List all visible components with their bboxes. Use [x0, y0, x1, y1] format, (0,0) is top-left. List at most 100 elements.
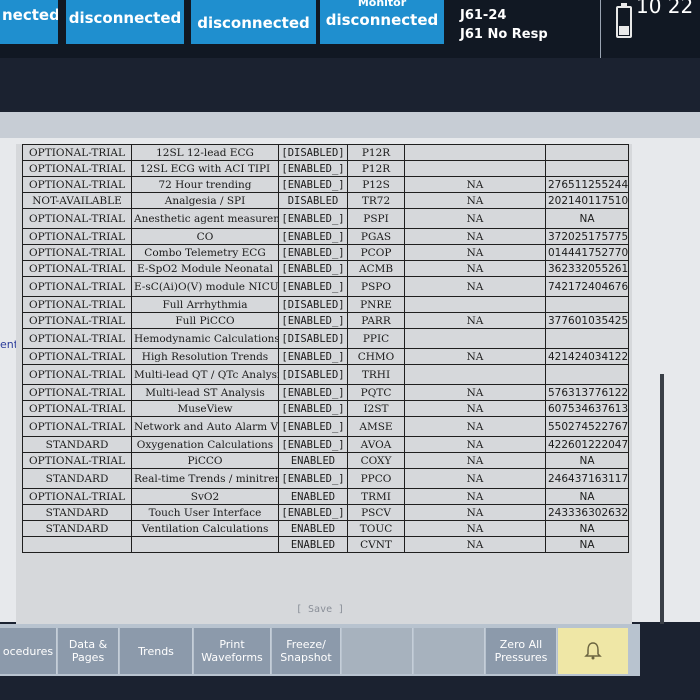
table-row[interactable]: OPTIONAL-TRIALE-sC(Ai)O(V) module NICU S…	[22, 276, 629, 297]
disabled-button-2[interactable]	[414, 628, 485, 674]
key-cell: 742172404676	[545, 276, 629, 297]
code-cell: PSPO	[347, 276, 405, 297]
code-cell: PCOP	[347, 244, 405, 261]
license-cell: OPTIONAL-TRIAL	[22, 348, 132, 365]
table-row[interactable]: OPTIONAL-TRIAL Combo Telemetry ECG [ENABLE…	[22, 244, 629, 261]
connection-tile-2[interactable]: disconnected	[66, 0, 184, 44]
license-cell: OPTIONAL-TRIAL	[22, 176, 132, 193]
na-cell	[404, 296, 546, 313]
save-button[interactable]: [ Save ]	[296, 604, 344, 615]
alarm-button[interactable]	[558, 628, 628, 674]
option-name-cell: Combo Telemetry ECG	[131, 244, 279, 261]
connection-tile-3[interactable]: disconnected	[191, 0, 316, 44]
license-cell: OPTIONAL-TRIAL	[22, 452, 132, 469]
trends-button[interactable]: Trends	[120, 628, 193, 674]
table-row[interactable]: STANDARD Real-time Trends / minitrends [EN…	[22, 468, 629, 489]
code-cell: PQTC	[347, 384, 405, 401]
license-cell: OPTIONAL-TRIAL	[22, 160, 132, 177]
code-cell: PARR	[347, 312, 405, 329]
code-cell: P12S	[347, 176, 405, 193]
options-table: OPTIONAL-TRIAL 12SL 12-lead ECG [DISABLED]…	[22, 144, 629, 553]
key-cell: 276511255244	[545, 176, 629, 193]
code-cell: CVNT	[347, 536, 405, 553]
table-row[interactable]: OPTIONAL-TRIAL CO [ENABLED_] PGAS NA 37202517…	[22, 228, 629, 245]
table-row[interactable]: OPTIONAL-TRIAL Hemodynamic Calculations [D…	[22, 328, 629, 349]
option-name-cell: 72 Hour trending	[131, 176, 279, 193]
status-cell: [DISABLED]	[278, 364, 348, 385]
status-cell: DISABLED	[278, 192, 348, 209]
table-row[interactable]: OPTIONAL-TRIAL Multi-lead QT / QTc Analys…	[22, 364, 629, 385]
status-cell: [ENABLED_]	[278, 160, 348, 177]
key-cell: 362332055261	[545, 260, 629, 277]
na-cell	[404, 328, 546, 349]
connection-tile-1[interactable]: nected	[0, 0, 58, 44]
license-cell: STANDARD	[22, 468, 132, 489]
battery-icon	[616, 3, 632, 38]
key-cell	[545, 144, 629, 161]
table-row[interactable]: NOT-AVAILABLE Analgesia / SPI DISABLED TR72…	[22, 192, 629, 209]
na-cell: NA	[404, 244, 546, 261]
zero-all-pressures-button[interactable]: Zero All Pressures	[486, 628, 557, 674]
table-row[interactable]: OPTIONAL-TRIAL Multi-lead ST Analysis [ENA…	[22, 384, 629, 401]
table-row[interactable]: STANDARD Touch User Interface [ENABLED_] PS…	[22, 504, 629, 521]
table-row[interactable]: OPTIONAL-TRIAL High Resolution Trends [ENA…	[22, 348, 629, 365]
option-name-cell: Touch User Interface	[131, 504, 279, 521]
table-row[interactable]: OPTIONAL-TRIALAnesthetic agent measureme…	[22, 208, 629, 229]
license-cell: STANDARD	[22, 520, 132, 537]
table-row[interactable]: OPTIONAL-TRIAL E-SpO2 Module Neonatal [ENA…	[22, 260, 629, 277]
na-cell	[404, 160, 546, 177]
resp-status: J61-24 J61 No Resp	[460, 6, 548, 44]
license-cell: STANDARD	[22, 436, 132, 453]
table-row[interactable]: OPTIONAL-TRIAL SvO2 ENABLED TRMI NA NA	[22, 488, 629, 505]
procedures-button[interactable]: ocedures	[0, 628, 57, 674]
code-cell: CHMO	[347, 348, 405, 365]
na-cell: NA	[404, 452, 546, 469]
freeze-snapshot-button[interactable]: Freeze/ Snapshot	[272, 628, 341, 674]
table-row[interactable]: OPTIONAL-TRIAL MuseView [ENABLED_] I2ST NA 60…	[22, 400, 629, 417]
table-row[interactable]: STANDARD Oxygenation Calculations [ENABLED…	[22, 436, 629, 453]
na-cell: NA	[404, 536, 546, 553]
table-row[interactable]: OPTIONAL-TRIAL Full PiCCO [ENABLED_] PARR NA…	[22, 312, 629, 329]
bottom-toolbar: ocedures Data & Pages Trends Print Wavef…	[0, 624, 640, 676]
monitor-tile[interactable]: Monitor disconnected	[320, 0, 444, 44]
license-cell	[22, 536, 132, 553]
disabled-button-1[interactable]	[342, 628, 413, 674]
monitor-tile-header: Monitor	[357, 0, 407, 9]
status-cell: [ENABLED_]	[278, 504, 348, 521]
license-cell: OPTIONAL-TRIAL	[22, 208, 132, 229]
code-cell: PPIC	[347, 328, 405, 349]
na-cell: NA	[404, 384, 546, 401]
key-cell: 202140117510	[545, 192, 629, 209]
table-row[interactable]: ENABLED CVNT NA NA	[22, 536, 629, 553]
option-name-cell	[131, 536, 279, 553]
key-cell: 607534637613	[545, 400, 629, 417]
key-cell: 422601222047	[545, 436, 629, 453]
table-scrollbar[interactable]	[660, 374, 664, 624]
monitor-bezel	[0, 676, 700, 700]
status-cell: [ENABLED_]	[278, 468, 348, 489]
key-cell: 550274522767	[545, 416, 629, 437]
table-row[interactable]: OPTIONAL-TRIALNetwork and Auto Alarm Vie…	[22, 416, 629, 437]
na-cell: NA	[404, 468, 546, 489]
table-row[interactable]: STANDARD Ventilation Calculations ENABLED T…	[22, 520, 629, 537]
table-row[interactable]: OPTIONAL-TRIAL Full Arrhythmia [DISABLED] P…	[22, 296, 629, 313]
status-cell: [DISABLED]	[278, 296, 348, 313]
table-row[interactable]: OPTIONAL-TRIAL 12SL 12-lead ECG [DISABLED]…	[22, 144, 629, 161]
status-cell: [DISABLED]	[278, 328, 348, 349]
status-cell: ENABLED	[278, 536, 348, 553]
table-row[interactable]: OPTIONAL-TRIAL 12SL ECG with ACI TIPI [ENA…	[22, 160, 629, 177]
freeze-snapshot-label: Freeze/ Snapshot	[280, 638, 332, 664]
code-cell: TRHI	[347, 364, 405, 385]
status-cell: [ENABLED_]	[278, 228, 348, 245]
table-row[interactable]: OPTIONAL-TRIAL PiCCO ENABLED COXY NA NA	[22, 452, 629, 469]
key-cell	[545, 364, 629, 385]
code-cell: ACMB	[347, 260, 405, 277]
status-cell: [ENABLED_]	[278, 276, 348, 297]
print-waveforms-button[interactable]: Print Waveforms	[194, 628, 271, 674]
monitor-tile-label: disconnected	[325, 11, 439, 29]
code-cell: COXY	[347, 452, 405, 469]
data-pages-button[interactable]: Data & Pages	[58, 628, 119, 674]
table-row[interactable]: OPTIONAL-TRIAL 72 Hour trending [ENABLED_]…	[22, 176, 629, 193]
option-name-cell: SvO2	[131, 488, 279, 505]
tile-2-label: disconnected	[68, 9, 182, 27]
